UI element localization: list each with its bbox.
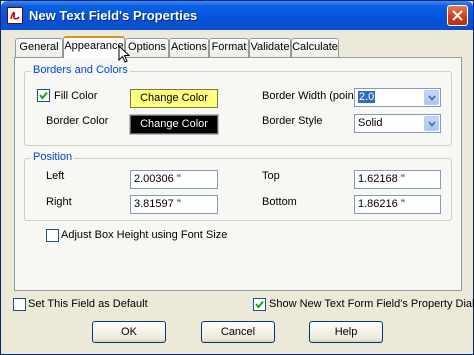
ok-button[interactable]: OK [92, 321, 166, 343]
tab-format[interactable]: Format [209, 38, 249, 57]
top-input[interactable]: 1.62168 '' [354, 170, 441, 189]
properties-dialog: New Text Field's Properties General Appe… [0, 0, 474, 355]
appearance-panel: Borders and Colors Fill Color Change Col… [14, 57, 462, 291]
border-change-color-button[interactable]: Change Color [129, 114, 219, 135]
group-label-position: Position [31, 151, 75, 163]
tab-general[interactable]: General [15, 38, 63, 57]
group-label-borders: Borders and Colors [31, 64, 130, 76]
chevron-down-icon [428, 121, 436, 127]
top-value: 1.62168 '' [358, 173, 406, 185]
dropdown-button[interactable] [424, 116, 439, 131]
help-button[interactable]: Help [309, 321, 383, 343]
tab-validate[interactable]: Validate [249, 38, 291, 57]
fill-color-label: Fill Color [54, 90, 98, 102]
right-label: Right [46, 196, 72, 208]
bottom-input[interactable]: 1.86216 '' [354, 195, 441, 214]
mouse-cursor-icon [118, 45, 131, 63]
border-style-value: Solid [358, 117, 383, 129]
set-default-label: Set This Field as Default [28, 298, 148, 310]
left-value: 2.00306 '' [134, 173, 182, 185]
close-icon [452, 10, 463, 21]
adjust-box-height-checkbox[interactable] [46, 229, 59, 242]
border-width-value: 2.0 [358, 91, 376, 103]
border-style-select[interactable]: Solid [354, 114, 441, 133]
top-label: Top [262, 170, 280, 182]
chevron-down-icon [428, 95, 436, 101]
fill-color-checkbox[interactable] [37, 89, 50, 102]
pdf-app-icon [7, 7, 23, 24]
left-label: Left [46, 170, 65, 182]
window-title: New Text Field's Properties [29, 8, 198, 23]
right-input[interactable]: 3.81597 '' [130, 195, 218, 214]
dropdown-button[interactable] [424, 90, 439, 105]
right-value: 3.81597 '' [134, 198, 182, 210]
cancel-button[interactable]: Cancel [201, 321, 275, 343]
bottom-value: 1.86216 '' [358, 198, 406, 210]
borders-colors-group: Borders and Colors Fill Color Change Col… [24, 64, 452, 146]
tab-appearance[interactable]: Appearance [63, 36, 125, 58]
tab-actions[interactable]: Actions [169, 38, 209, 57]
border-style-label: Border Style [262, 115, 323, 127]
show-dialog-checkbox[interactable] [253, 298, 266, 311]
left-input[interactable]: 2.00306 '' [130, 170, 218, 189]
adjust-box-height-label: Adjust Box Height using Font Size [61, 229, 228, 241]
position-group: Position Left 2.00306 '' Top 1.62168 '' … [24, 151, 452, 221]
border-color-label: Border Color [46, 115, 109, 127]
tab-calculate[interactable]: Calculate [291, 38, 339, 57]
bottom-label: Bottom [262, 196, 297, 208]
checkmark-icon [39, 91, 48, 100]
set-default-checkbox[interactable] [13, 298, 26, 311]
fill-change-color-button[interactable]: Change Color [130, 89, 218, 108]
show-dialog-label: Show New Text Form Field's Property Dial… [269, 298, 474, 310]
close-button[interactable] [447, 5, 468, 26]
border-width-select[interactable]: 2.0 [354, 88, 441, 107]
border-width-label: Border Width (point) [262, 90, 361, 102]
title-bar[interactable]: New Text Field's Properties [1, 1, 473, 30]
checkmark-icon [255, 300, 264, 309]
